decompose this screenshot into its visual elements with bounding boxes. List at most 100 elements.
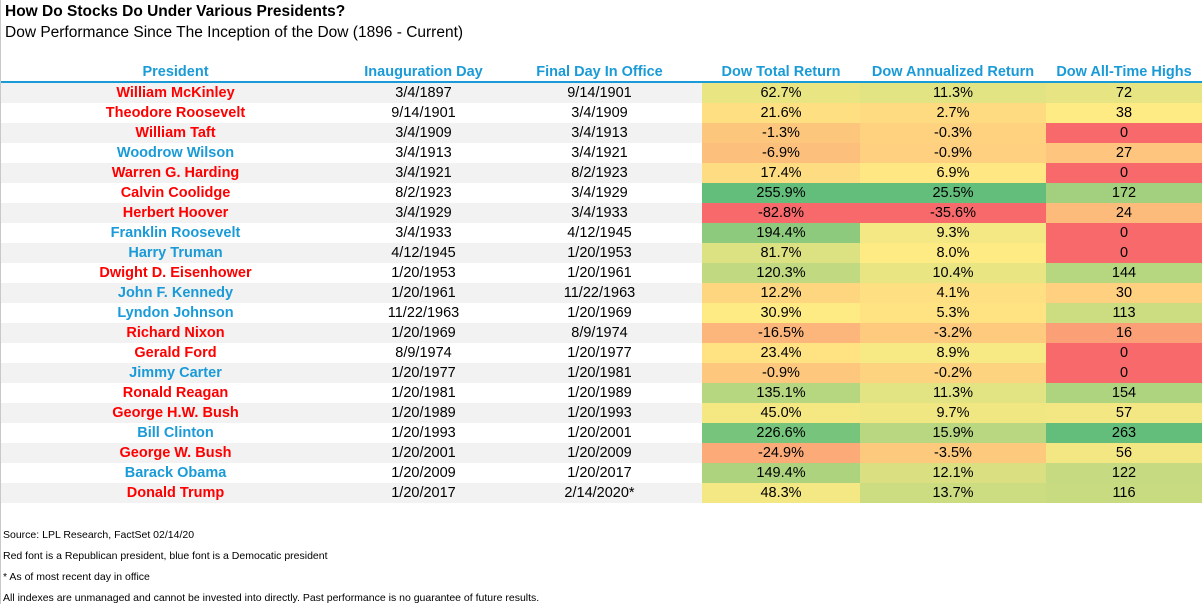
annualized-return-cell: 4.1% [860, 283, 1046, 303]
president-cell: William Taft [1, 123, 350, 143]
president-cell: John F. Kennedy [1, 283, 350, 303]
president-cell: Calvin Coolidge [1, 183, 350, 203]
final-day-cell: 3/4/1913 [497, 123, 702, 143]
total-return-cell: -6.9% [702, 143, 860, 163]
president-cell: George W. Bush [1, 443, 350, 463]
final-day-cell: 1/20/2017 [497, 463, 702, 483]
column-header-final-day: Final Day In Office [497, 62, 702, 83]
all-time-highs-cell: 0 [1046, 363, 1202, 383]
annualized-return-cell: 25.5% [860, 183, 1046, 203]
final-day-cell: 3/4/1929 [497, 183, 702, 203]
table-row: George W. Bush 1/20/2001 1/20/2009 -24.9% -3… [1, 443, 1202, 463]
table-row: John F. Kennedy 1/20/1961 11/22/1963 12.2% 4… [1, 283, 1202, 303]
inauguration-cell: 1/20/1953 [350, 263, 497, 283]
table-row: Theodore Roosevelt 9/14/1901 3/4/1909 21.6%… [1, 103, 1202, 123]
page-subtitle: Dow Performance Since The Inception of t… [5, 24, 464, 41]
president-cell: Jimmy Carter [1, 363, 350, 383]
president-cell: Harry Truman [1, 243, 350, 263]
final-day-cell: 8/2/1923 [497, 163, 702, 183]
final-day-cell: 1/20/1953 [497, 243, 702, 263]
annualized-return-cell: 8.9% [860, 343, 1046, 363]
president-cell: Ronald Reagan [1, 383, 350, 403]
all-time-highs-cell: 154 [1046, 383, 1202, 403]
annualized-return-cell: 8.0% [860, 243, 1046, 263]
total-return-cell: 149.4% [702, 463, 860, 483]
final-day-cell: 2/14/2020* [497, 483, 702, 503]
column-header-president: President [1, 62, 350, 83]
total-return-cell: 48.3% [702, 483, 860, 503]
final-day-cell: 1/20/1993 [497, 403, 702, 423]
annualized-return-cell: -0.2% [860, 363, 1046, 383]
table-row: Barack Obama 1/20/2009 1/20/2017 149.4% 12.1… [1, 463, 1202, 483]
final-day-cell: 11/22/1963 [497, 283, 702, 303]
president-cell: Donald Trump [1, 483, 350, 503]
president-cell: Gerald Ford [1, 343, 350, 363]
president-cell: Barack Obama [1, 463, 350, 483]
president-cell: William McKinley [1, 82, 350, 103]
total-return-cell: 62.7% [702, 82, 860, 103]
president-cell: Theodore Roosevelt [1, 103, 350, 123]
inauguration-cell: 3/4/1913 [350, 143, 497, 163]
inauguration-cell: 1/20/2009 [350, 463, 497, 483]
column-header-all-time-highs: Dow All-Time Highs [1046, 62, 1202, 83]
total-return-cell: 30.9% [702, 303, 860, 323]
table-row: Donald Trump 1/20/2017 2/14/2020* 48.3% 13.7… [1, 483, 1202, 503]
inauguration-cell: 1/20/2001 [350, 443, 497, 463]
table-row: Gerald Ford 8/9/1974 1/20/1977 23.4% 8.9% 0 [1, 343, 1202, 363]
all-time-highs-cell: 24 [1046, 203, 1202, 223]
all-time-highs-cell: 116 [1046, 483, 1202, 503]
inauguration-cell: 3/4/1909 [350, 123, 497, 143]
president-cell: Franklin Roosevelt [1, 223, 350, 243]
inauguration-cell: 9/14/1901 [350, 103, 497, 123]
inauguration-cell: 1/20/1961 [350, 283, 497, 303]
final-day-cell: 1/20/1981 [497, 363, 702, 383]
total-return-cell: 45.0% [702, 403, 860, 423]
annualized-return-cell: -35.6% [860, 203, 1046, 223]
all-time-highs-cell: 38 [1046, 103, 1202, 123]
annualized-return-cell: -0.3% [860, 123, 1046, 143]
column-header-annualized-return: Dow Annualized Return [860, 62, 1046, 83]
table-row: George H.W. Bush 1/20/1989 1/20/1993 45.0% 9… [1, 403, 1202, 423]
total-return-cell: 135.1% [702, 383, 860, 403]
annualized-return-cell: 9.3% [860, 223, 1046, 243]
annualized-return-cell: 5.3% [860, 303, 1046, 323]
annualized-return-cell: 6.9% [860, 163, 1046, 183]
president-cell: Dwight D. Eisenhower [1, 263, 350, 283]
all-time-highs-cell: 122 [1046, 463, 1202, 483]
table-row: Calvin Coolidge 8/2/1923 3/4/1929 255.9% 25.… [1, 183, 1202, 203]
total-return-cell: -1.3% [702, 123, 860, 143]
inauguration-cell: 1/20/1989 [350, 403, 497, 423]
column-header-total-return: Dow Total Return [702, 62, 860, 83]
all-time-highs-cell: 0 [1046, 163, 1202, 183]
all-time-highs-cell: 113 [1046, 303, 1202, 323]
annualized-return-cell: 10.4% [860, 263, 1046, 283]
annualized-return-cell: 2.7% [860, 103, 1046, 123]
table-row: Jimmy Carter 1/20/1977 1/20/1981 -0.9% -0.2%… [1, 363, 1202, 383]
inauguration-cell: 3/4/1933 [350, 223, 497, 243]
president-cell: Richard Nixon [1, 323, 350, 343]
president-cell: George H.W. Bush [1, 403, 350, 423]
annualized-return-cell: 12.1% [860, 463, 1046, 483]
total-return-cell: 226.6% [702, 423, 860, 443]
all-time-highs-cell: 263 [1046, 423, 1202, 443]
annualized-return-cell: -3.5% [860, 443, 1046, 463]
all-time-highs-cell: 144 [1046, 263, 1202, 283]
table-row: Dwight D. Eisenhower 1/20/1953 1/20/1961 12… [1, 263, 1202, 283]
inauguration-cell: 1/20/1981 [350, 383, 497, 403]
inauguration-cell: 8/9/1974 [350, 343, 497, 363]
disclaimer-note: All indexes are unmanaged and cannot be … [3, 592, 540, 604]
final-day-cell: 1/20/1989 [497, 383, 702, 403]
total-return-cell: 12.2% [702, 283, 860, 303]
table-row: Harry Truman 4/12/1945 1/20/1953 81.7% 8.0% 0 [1, 243, 1202, 263]
party-color-note: Red font is a Republican president, blue… [3, 550, 328, 562]
annualized-return-cell: -3.2% [860, 323, 1046, 343]
president-cell: Bill Clinton [1, 423, 350, 443]
total-return-cell: 194.4% [702, 223, 860, 243]
asterisk-note: * As of most recent day in office [3, 571, 150, 583]
inauguration-cell: 1/20/1993 [350, 423, 497, 443]
table-row: William Taft 3/4/1909 3/4/1913 -1.3% -0.3% 0 [1, 123, 1202, 143]
inauguration-cell: 8/2/1923 [350, 183, 497, 203]
all-time-highs-cell: 57 [1046, 403, 1202, 423]
all-time-highs-cell: 0 [1046, 223, 1202, 243]
final-day-cell: 1/20/2009 [497, 443, 702, 463]
